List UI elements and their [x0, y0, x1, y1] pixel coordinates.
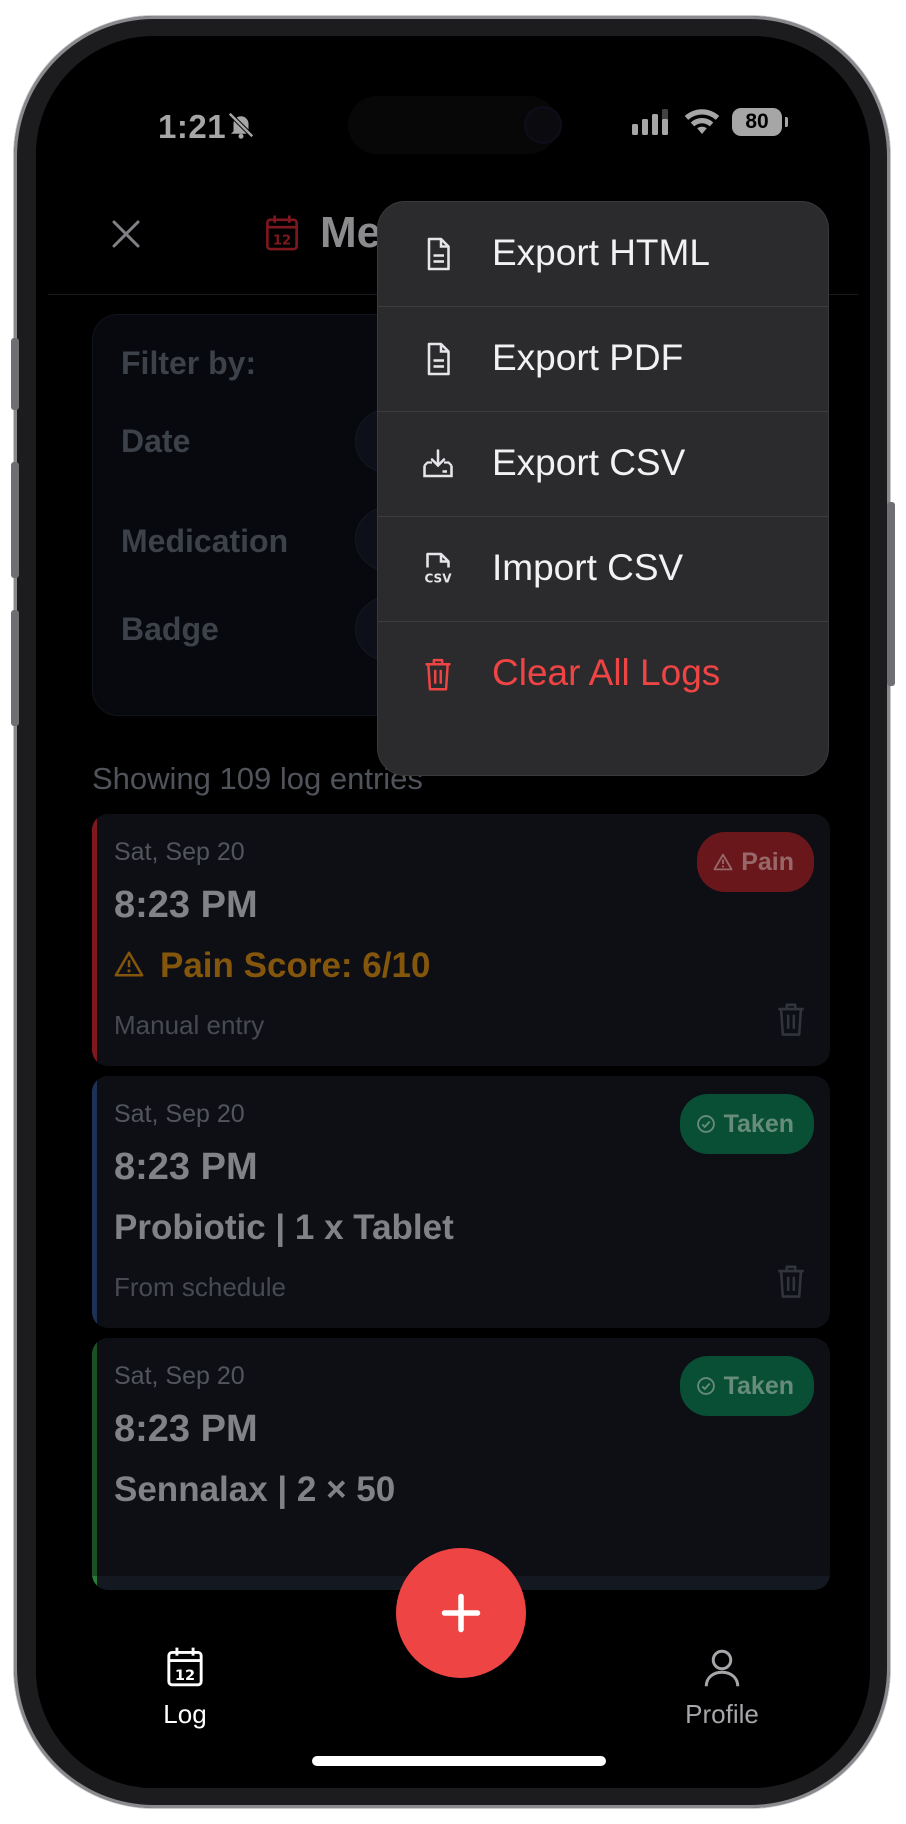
plus-icon	[441, 1593, 481, 1633]
svg-text:CSV: CSV	[425, 572, 453, 586]
volume-down-button	[11, 610, 19, 726]
volume-up-button	[11, 462, 19, 578]
file-icon	[427, 342, 450, 376]
power-button	[887, 502, 895, 686]
menu-item-export-pdf[interactable]: Export PDF	[378, 307, 828, 412]
csv-file-icon: CSV	[425, 552, 453, 586]
tab-profile[interactable]: Profile	[662, 1646, 782, 1730]
mute-switch	[11, 338, 19, 410]
menu-item-export-csv[interactable]: Export CSV	[378, 412, 828, 517]
calendar-icon: 12	[167, 1647, 203, 1687]
menu-item-label: Export PDF	[492, 337, 684, 378]
menu-item-label: Export CSV	[492, 442, 686, 483]
menu-item-label: Import CSV	[492, 547, 684, 588]
home-indicator[interactable]	[312, 1756, 606, 1766]
tab-label: Log	[163, 1699, 207, 1729]
add-log-button[interactable]	[396, 1548, 526, 1678]
file-icon	[427, 237, 450, 271]
menu-item-export-html[interactable]: Export HTML	[378, 202, 828, 307]
menu-item-label: Clear All Logs	[492, 652, 721, 693]
trash-icon	[425, 658, 451, 691]
svg-text:12: 12	[175, 1668, 195, 1684]
tab-log[interactable]: 12 Log	[130, 1646, 240, 1730]
download-tray-icon	[423, 449, 453, 478]
screen: 1:21 80 12 Me Filter by: Date Medication…	[36, 36, 870, 1788]
actions-menu: Export HTML Export PDF Export CSV CSV Im…	[377, 201, 829, 776]
menu-item-import-csv[interactable]: CSV Import CSV	[378, 517, 828, 622]
tab-label: Profile	[685, 1699, 759, 1729]
menu-item-label: Export HTML	[492, 232, 710, 273]
menu-item-clear-all-logs[interactable]: Clear All Logs	[378, 622, 828, 726]
person-icon	[704, 1649, 740, 1687]
